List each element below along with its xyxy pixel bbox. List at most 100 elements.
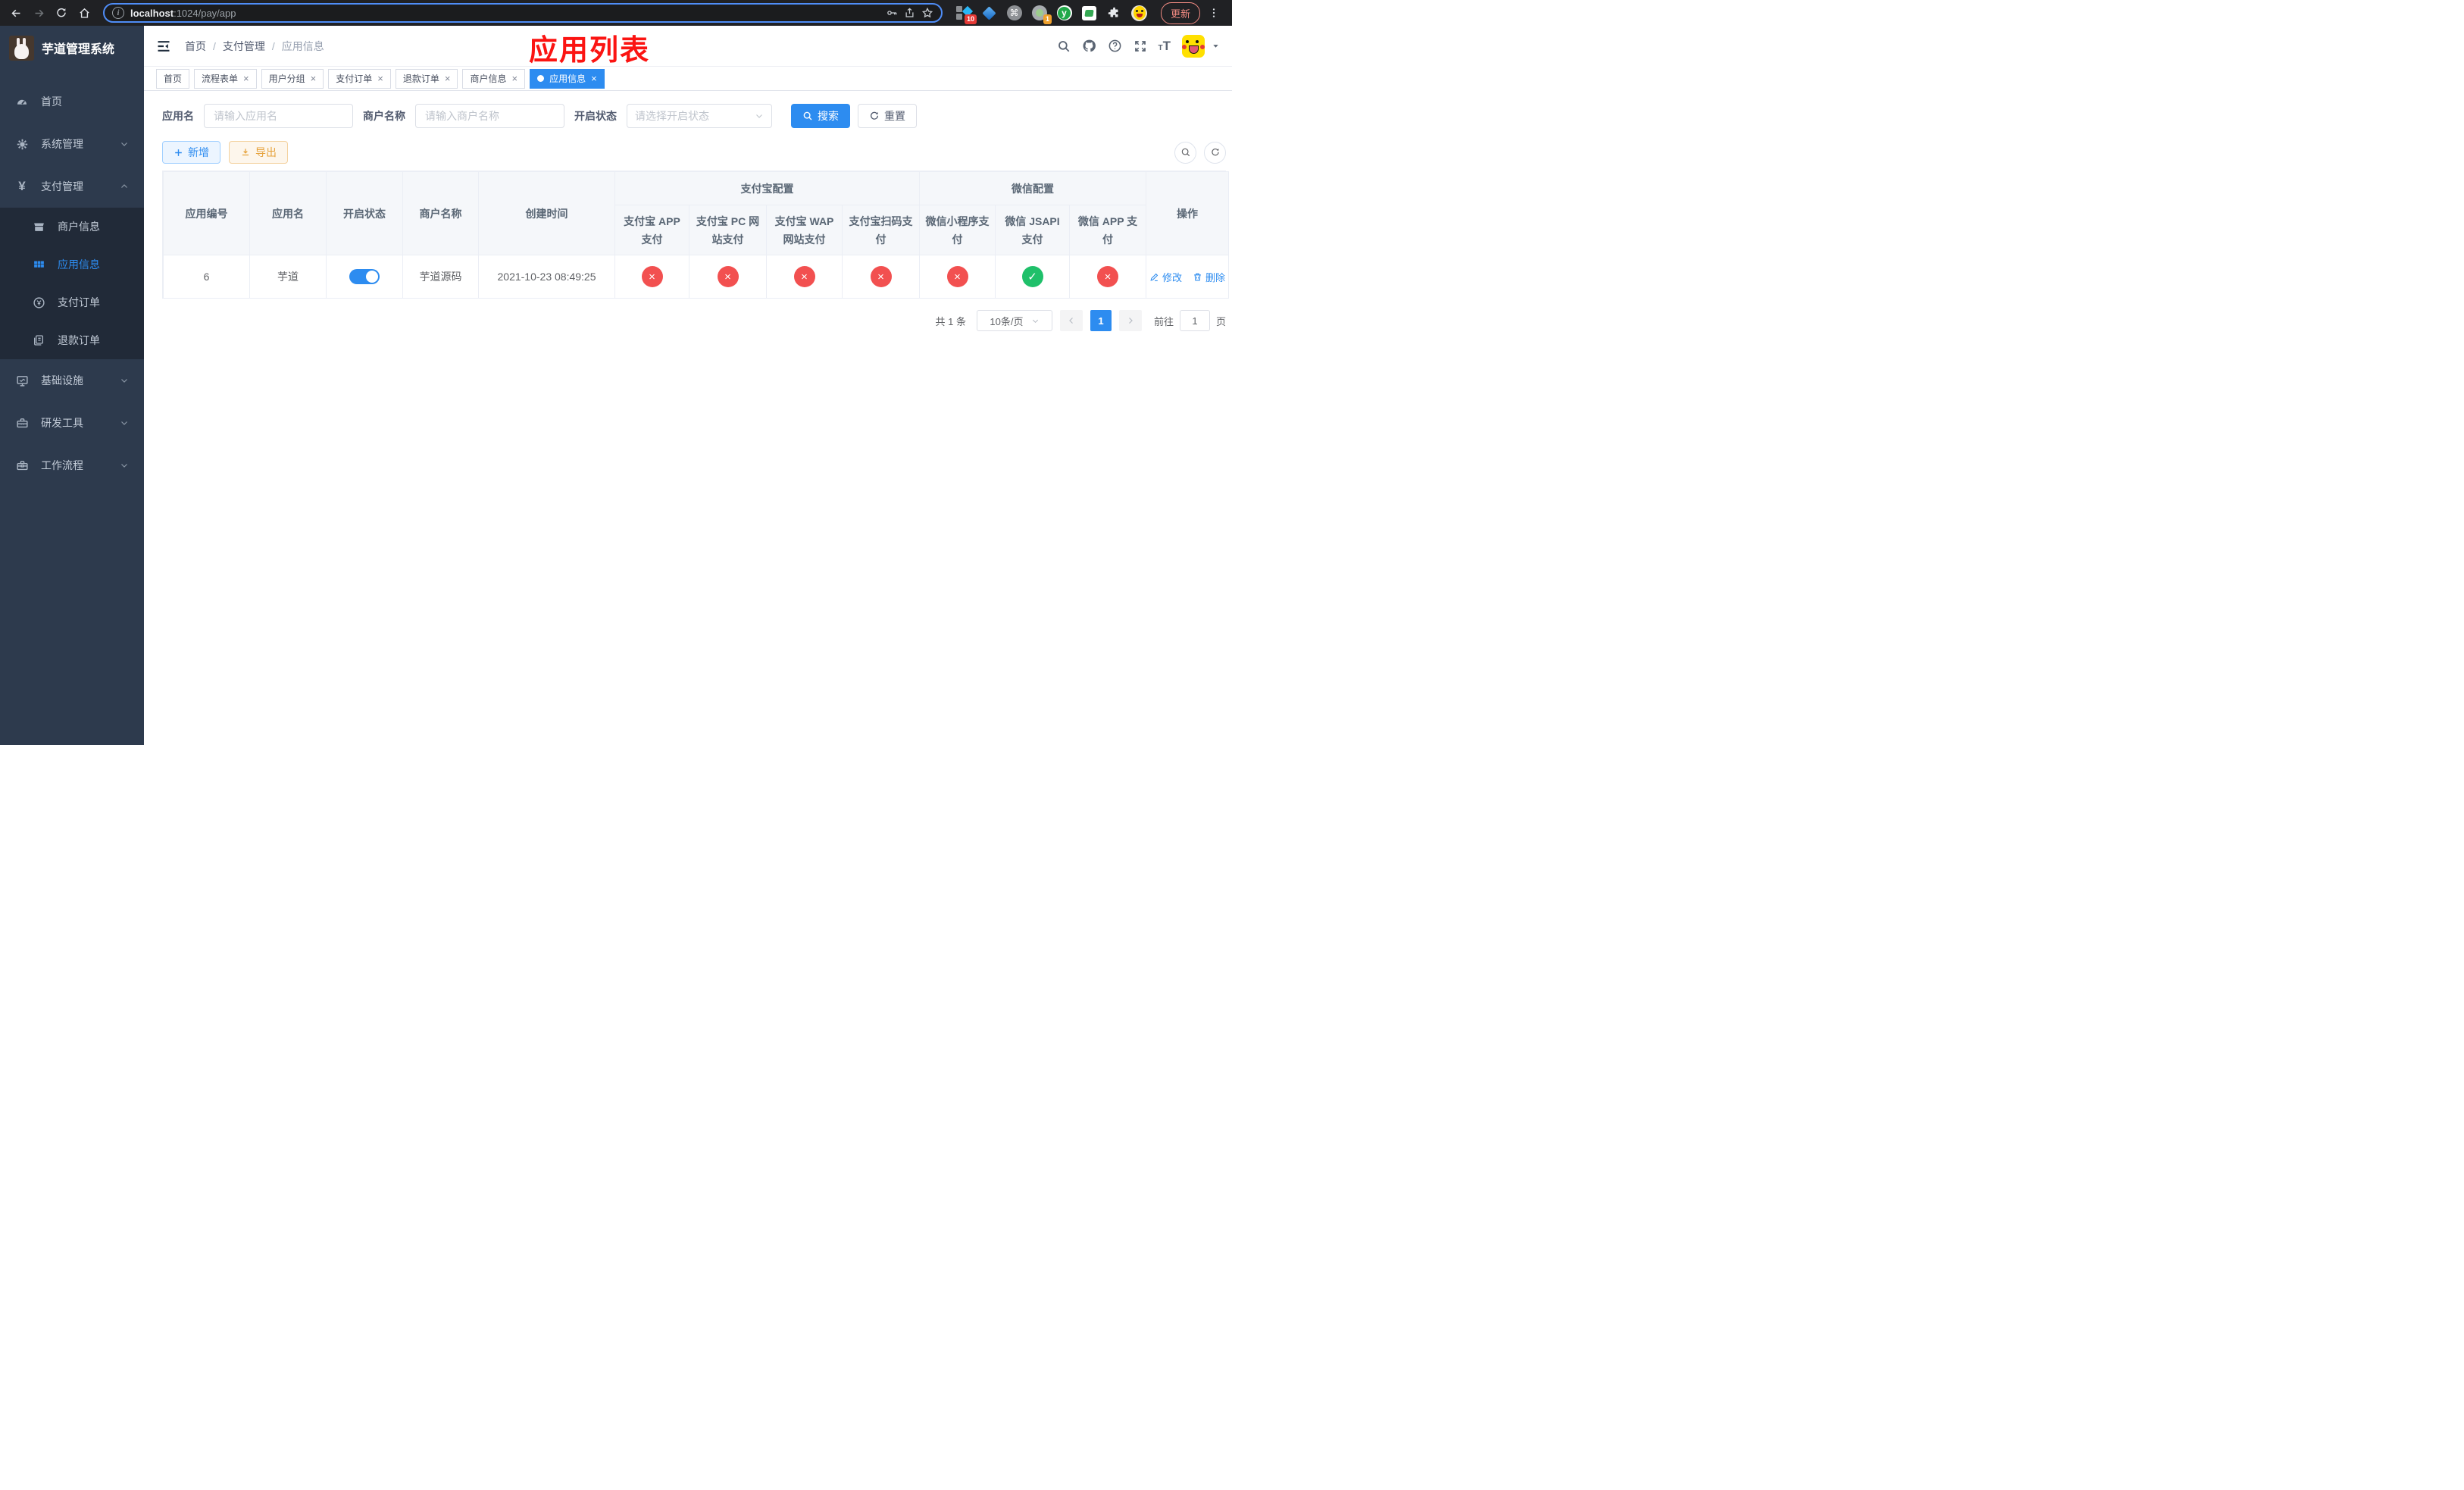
bookmark-star-icon[interactable] (921, 7, 933, 19)
back-icon (11, 9, 20, 17)
sidebar-item-pay-order[interactable]: 支付订单 (0, 283, 144, 321)
chevron-down-icon (1031, 317, 1040, 325)
chevron-right-icon (1129, 318, 1133, 324)
extensions-puzzle-icon[interactable] (1106, 5, 1122, 21)
prev-page-button[interactable] (1059, 310, 1083, 331)
browser-home-button[interactable] (74, 3, 94, 23)
next-page-button[interactable] (1118, 310, 1142, 331)
col-wx-lite: 微信小程序支付 (919, 205, 996, 255)
edit-link[interactable]: 修改 (1149, 270, 1182, 284)
col-wx-jsapi: 微信 JSAPI 支付 (995, 205, 1070, 255)
extension-command-icon[interactable]: ⌘ (1006, 5, 1022, 21)
tab-home[interactable]: 首页 (156, 68, 190, 89)
sidebar-item-refund-order[interactable]: 退款订单 (0, 321, 144, 359)
tab-app-info[interactable]: 应用信息 × (530, 68, 605, 89)
enable-toggle[interactable] (349, 269, 380, 284)
avatar[interactable] (1182, 34, 1205, 58)
col-alipay-qr: 支付宝扫码支付 (842, 205, 920, 255)
breadcrumb-current: 应用信息 (281, 39, 324, 52)
tab-user-group[interactable]: 用户分组 × (261, 68, 324, 89)
help-icon[interactable] (1108, 39, 1122, 53)
sidebar-item-workflow[interactable]: 工作流程 (0, 444, 144, 487)
page-number-1[interactable]: 1 (1090, 310, 1112, 331)
breadcrumb: 首页 / 支付管理 / 应用信息 (185, 39, 324, 54)
extension-y-icon[interactable]: y (1056, 5, 1072, 21)
password-key-icon[interactable] (886, 7, 898, 19)
forward-icon (35, 9, 44, 17)
sidebar-item-devtools[interactable]: 研发工具 (0, 402, 144, 444)
close-icon[interactable]: × (311, 74, 317, 83)
avatar-caret-icon[interactable] (1212, 42, 1220, 50)
sidebar-item-payment[interactable]: ¥ 支付管理 (0, 165, 144, 208)
chevron-up-icon (120, 182, 129, 191)
refresh-table-button[interactable] (1204, 141, 1226, 164)
close-icon[interactable]: × (243, 74, 249, 83)
close-icon[interactable]: × (591, 74, 597, 83)
chrome-update-button[interactable]: 更新 (1161, 2, 1201, 24)
reload-icon (57, 8, 66, 17)
filter-form: 应用名 商户名称 开启状态 请选择开启状态 搜索 重置 (162, 104, 1226, 128)
browser-forward-button[interactable] (29, 3, 48, 23)
breadcrumb-payment[interactable]: 支付管理 (223, 39, 265, 54)
tab-pay-order[interactable]: 支付订单 × (328, 68, 391, 89)
font-size-icon[interactable]: TT (1159, 39, 1171, 52)
add-button[interactable]: 新增 (162, 141, 220, 164)
cell-merchant: 芋道源码 (402, 255, 479, 299)
sidebar-item-system[interactable]: 系统管理 (0, 123, 144, 165)
col-merchant: 商户名称 (402, 171, 479, 255)
breadcrumb-home[interactable]: 首页 (185, 39, 206, 54)
status-select[interactable]: 请选择开启状态 (627, 104, 772, 128)
sidebar-collapse-icon[interactable] (156, 39, 171, 54)
chevron-down-icon (756, 114, 762, 118)
active-dot-icon (537, 75, 545, 82)
col-created: 创建时间 (478, 171, 615, 255)
browser-reload-button[interactable] (52, 3, 71, 23)
extension-recorder-icon[interactable]: 1 (1031, 5, 1052, 24)
sidebar-item-app-info[interactable]: 应用信息 (0, 246, 144, 283)
page-size-select[interactable]: 10条/页 (976, 310, 1052, 331)
close-icon[interactable]: × (445, 74, 451, 83)
url-bar[interactable]: i localhost:1024/pay/app (103, 3, 943, 23)
tags-bar: 首页 流程表单 × 用户分组 × 支付订单 × 退款订单 × 商户信息 × 应用信息 × (144, 66, 1232, 91)
cell-app-id: 6 (163, 255, 250, 299)
sidebar-logo-row[interactable]: 芋道管理系统 (0, 26, 144, 70)
tab-merchant-info[interactable]: 商户信息 × (462, 68, 526, 89)
cell-app-name: 芋道 (249, 255, 327, 299)
app-logo (9, 35, 34, 61)
extension-emoji-icon[interactable] (1131, 5, 1147, 21)
coin-yen-icon (32, 296, 45, 309)
site-info-icon[interactable]: i (112, 7, 124, 19)
delete-link[interactable]: 删除 (1193, 270, 1225, 284)
col-alipay-pc: 支付宝 PC 网站支付 (689, 205, 767, 255)
toggle-search-button[interactable] (1174, 141, 1196, 164)
sidebar-item-infrastructure[interactable]: 基础设施 (0, 359, 144, 402)
tab-process-form[interactable]: 流程表单 × (194, 68, 257, 89)
export-button[interactable]: 导出 (229, 141, 288, 164)
status-cross-icon: × (641, 266, 663, 287)
close-icon[interactable]: × (511, 74, 518, 83)
app-name-input[interactable] (204, 104, 353, 128)
extension-chat-icon[interactable] (1081, 5, 1097, 21)
search-icon[interactable] (1057, 39, 1071, 53)
payment-submenu: 商户信息 应用信息 支付订单 退款订单 (0, 208, 144, 359)
reset-button[interactable]: 重置 (858, 104, 917, 128)
goto-page-input[interactable] (1179, 310, 1210, 331)
close-icon[interactable]: × (377, 74, 383, 83)
browser-back-button[interactable] (6, 3, 26, 23)
monitor-icon (15, 374, 29, 387)
extension-dimo-icon[interactable]: 10 (956, 5, 977, 24)
github-icon[interactable] (1082, 39, 1096, 53)
goto-label: 前往 (1153, 315, 1174, 327)
fullscreen-icon[interactable] (1134, 39, 1147, 53)
merchant-name-input[interactable] (415, 104, 564, 128)
col-app-id: 应用编号 (163, 171, 250, 255)
chrome-menu-icon[interactable] (1208, 7, 1220, 19)
share-icon[interactable] (904, 7, 915, 19)
chevron-down-icon (120, 139, 129, 149)
search-button[interactable]: 搜索 (791, 104, 850, 128)
tab-refund-order[interactable]: 退款订单 × (395, 68, 458, 89)
gear-icon (15, 138, 29, 151)
sidebar-item-home[interactable]: 首页 (0, 80, 144, 123)
extension-kite-icon[interactable] (981, 5, 997, 21)
sidebar-item-merchant-info[interactable]: 商户信息 (0, 208, 144, 246)
